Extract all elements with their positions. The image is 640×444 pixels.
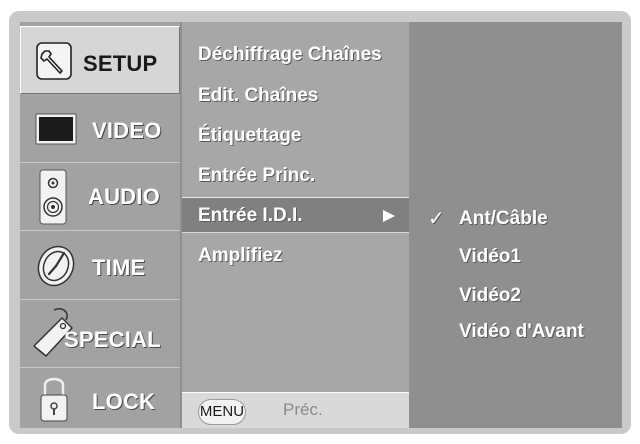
submenu-arrow-icon	[383, 210, 395, 222]
option-ant-cable[interactable]: Ant/Câble	[459, 208, 548, 230]
option-video-avant[interactable]: Vidéo d'Avant	[459, 321, 584, 343]
category-setup[interactable]: SETUP	[20, 26, 180, 94]
submenu-item-entree-idi[interactable]: Entrée I.D.I.	[198, 205, 303, 227]
submenu-item-entree-princ[interactable]: Entrée Princ.	[198, 165, 315, 187]
category-video[interactable]: VIDEO	[20, 95, 180, 163]
checkmark-icon: ✓	[428, 208, 445, 230]
back-label: Préc.	[283, 400, 323, 419]
submenu-item-dechiffrage[interactable]: Déchiffrage Chaînes	[198, 44, 382, 66]
wrench-icon	[36, 42, 72, 85]
category-label: VIDEO	[92, 118, 162, 143]
screen-icon	[35, 113, 77, 150]
category-label: TIME	[92, 255, 146, 280]
menu-button[interactable]: MENU	[198, 399, 246, 425]
category-audio[interactable]: AUDIO	[20, 163, 180, 231]
category-label: SPECIAL	[64, 327, 161, 352]
category-label: AUDIO	[88, 184, 160, 209]
category-lock[interactable]: LOCK	[20, 368, 180, 428]
submenu-item-amplifiez[interactable]: Amplifiez	[198, 245, 282, 267]
submenu-item-edit-chaines[interactable]: Edit. Chaînes	[198, 85, 318, 107]
clock-icon	[34, 244, 78, 293]
option-video1[interactable]: Vidéo1	[459, 246, 521, 268]
category-special[interactable]: SPECIAL	[20, 300, 180, 368]
category-label: SETUP	[83, 51, 158, 76]
category-label: LOCK	[92, 389, 156, 414]
category-time[interactable]: TIME	[20, 232, 180, 300]
submenu-item-etiquettage[interactable]: Étiquettage	[198, 125, 301, 147]
option-video2[interactable]: Vidéo2	[459, 285, 521, 307]
speaker-icon	[39, 169, 67, 230]
padlock-icon	[40, 373, 68, 428]
